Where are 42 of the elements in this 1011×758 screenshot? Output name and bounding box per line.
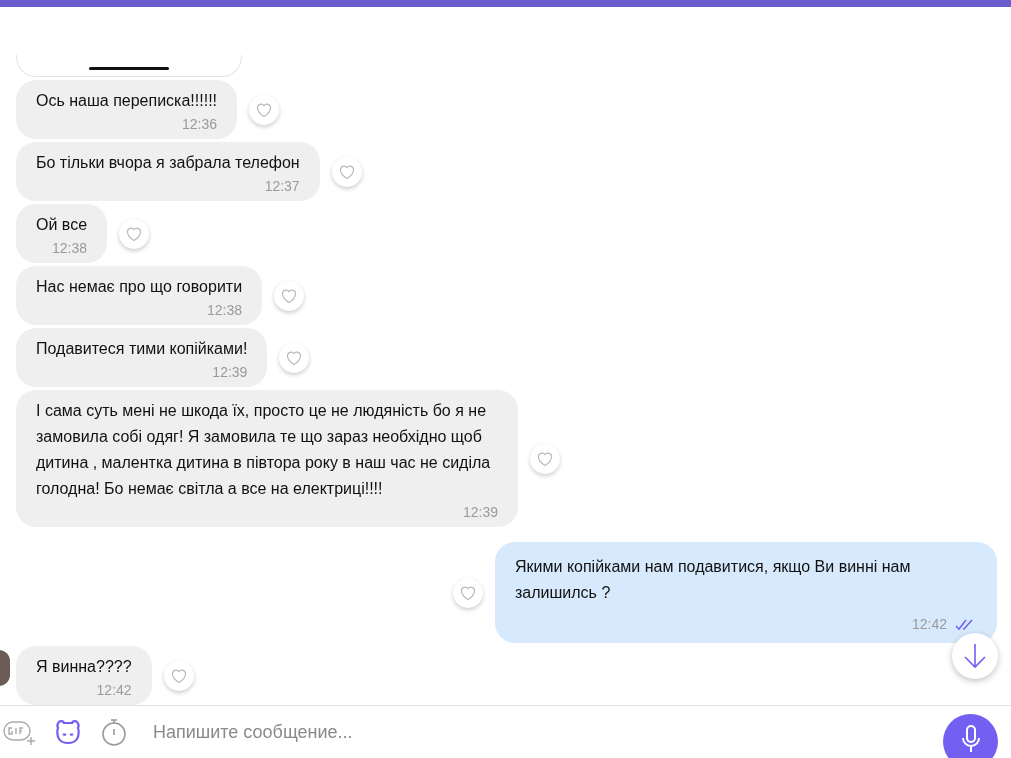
heart-icon <box>125 225 144 242</box>
like-button[interactable] <box>331 156 362 187</box>
message-input[interactable]: Напишите сообщение... <box>153 718 927 746</box>
message-time: 12:38 <box>207 301 243 320</box>
gif-icon <box>3 718 37 746</box>
like-button[interactable] <box>249 94 280 125</box>
message-time: 12:39 <box>212 363 248 382</box>
message-time: 12:37 <box>264 177 300 196</box>
heart-icon <box>337 163 356 180</box>
message-time: 12:42 <box>911 615 947 634</box>
microphone-button[interactable] <box>943 713 998 758</box>
heart-icon <box>169 667 188 684</box>
heart-icon <box>285 349 304 366</box>
sticker-button[interactable] <box>53 717 83 747</box>
message-text: Ось наша переписка!!!!!! <box>36 91 218 111</box>
bear-face-icon <box>54 719 82 745</box>
heart-icon <box>536 450 554 467</box>
message-text: Якими копійками нам подавитися, якщо Ви винні нам залишилсь ? <box>515 557 912 603</box>
heart-icon <box>280 287 299 304</box>
timer-button[interactable] <box>99 717 129 747</box>
like-button[interactable] <box>163 660 194 691</box>
message-text: Подавитеся тими копійками! <box>36 339 248 359</box>
stopwatch-icon <box>101 718 127 746</box>
message-time: 12:39 <box>462 503 498 522</box>
message-time: 12:38 <box>52 239 88 258</box>
message-text: Я винна???? <box>36 657 132 677</box>
message-text: Бо тільки вчора я забрала телефон <box>36 153 300 173</box>
message-text: Нас немає про що говорити <box>36 277 243 297</box>
message-text: І сама суть мені не шкода їх, просто це не людяність бо я не замовила собі одяг! Я замовила те що зараз необхідно щоб дитина , малентка дитина в півтора року в наш час не сиділа голодна! Бо немає світла а все на електриці!!!! <box>36 401 492 499</box>
heart-icon <box>459 584 477 601</box>
like-button[interactable] <box>279 342 310 373</box>
like-button[interactable] <box>274 280 305 311</box>
scroll-down-button[interactable] <box>952 633 998 679</box>
like-button[interactable] <box>453 577 483 608</box>
heart-icon <box>255 101 274 118</box>
message-text: Ой все <box>36 215 88 235</box>
like-button[interactable] <box>530 443 560 474</box>
microphone-icon <box>960 723 981 754</box>
message-time: 12:42 <box>96 681 132 700</box>
like-button[interactable] <box>119 218 150 249</box>
down-arrow-icon <box>964 643 986 669</box>
message-time: 12:36 <box>182 115 218 134</box>
